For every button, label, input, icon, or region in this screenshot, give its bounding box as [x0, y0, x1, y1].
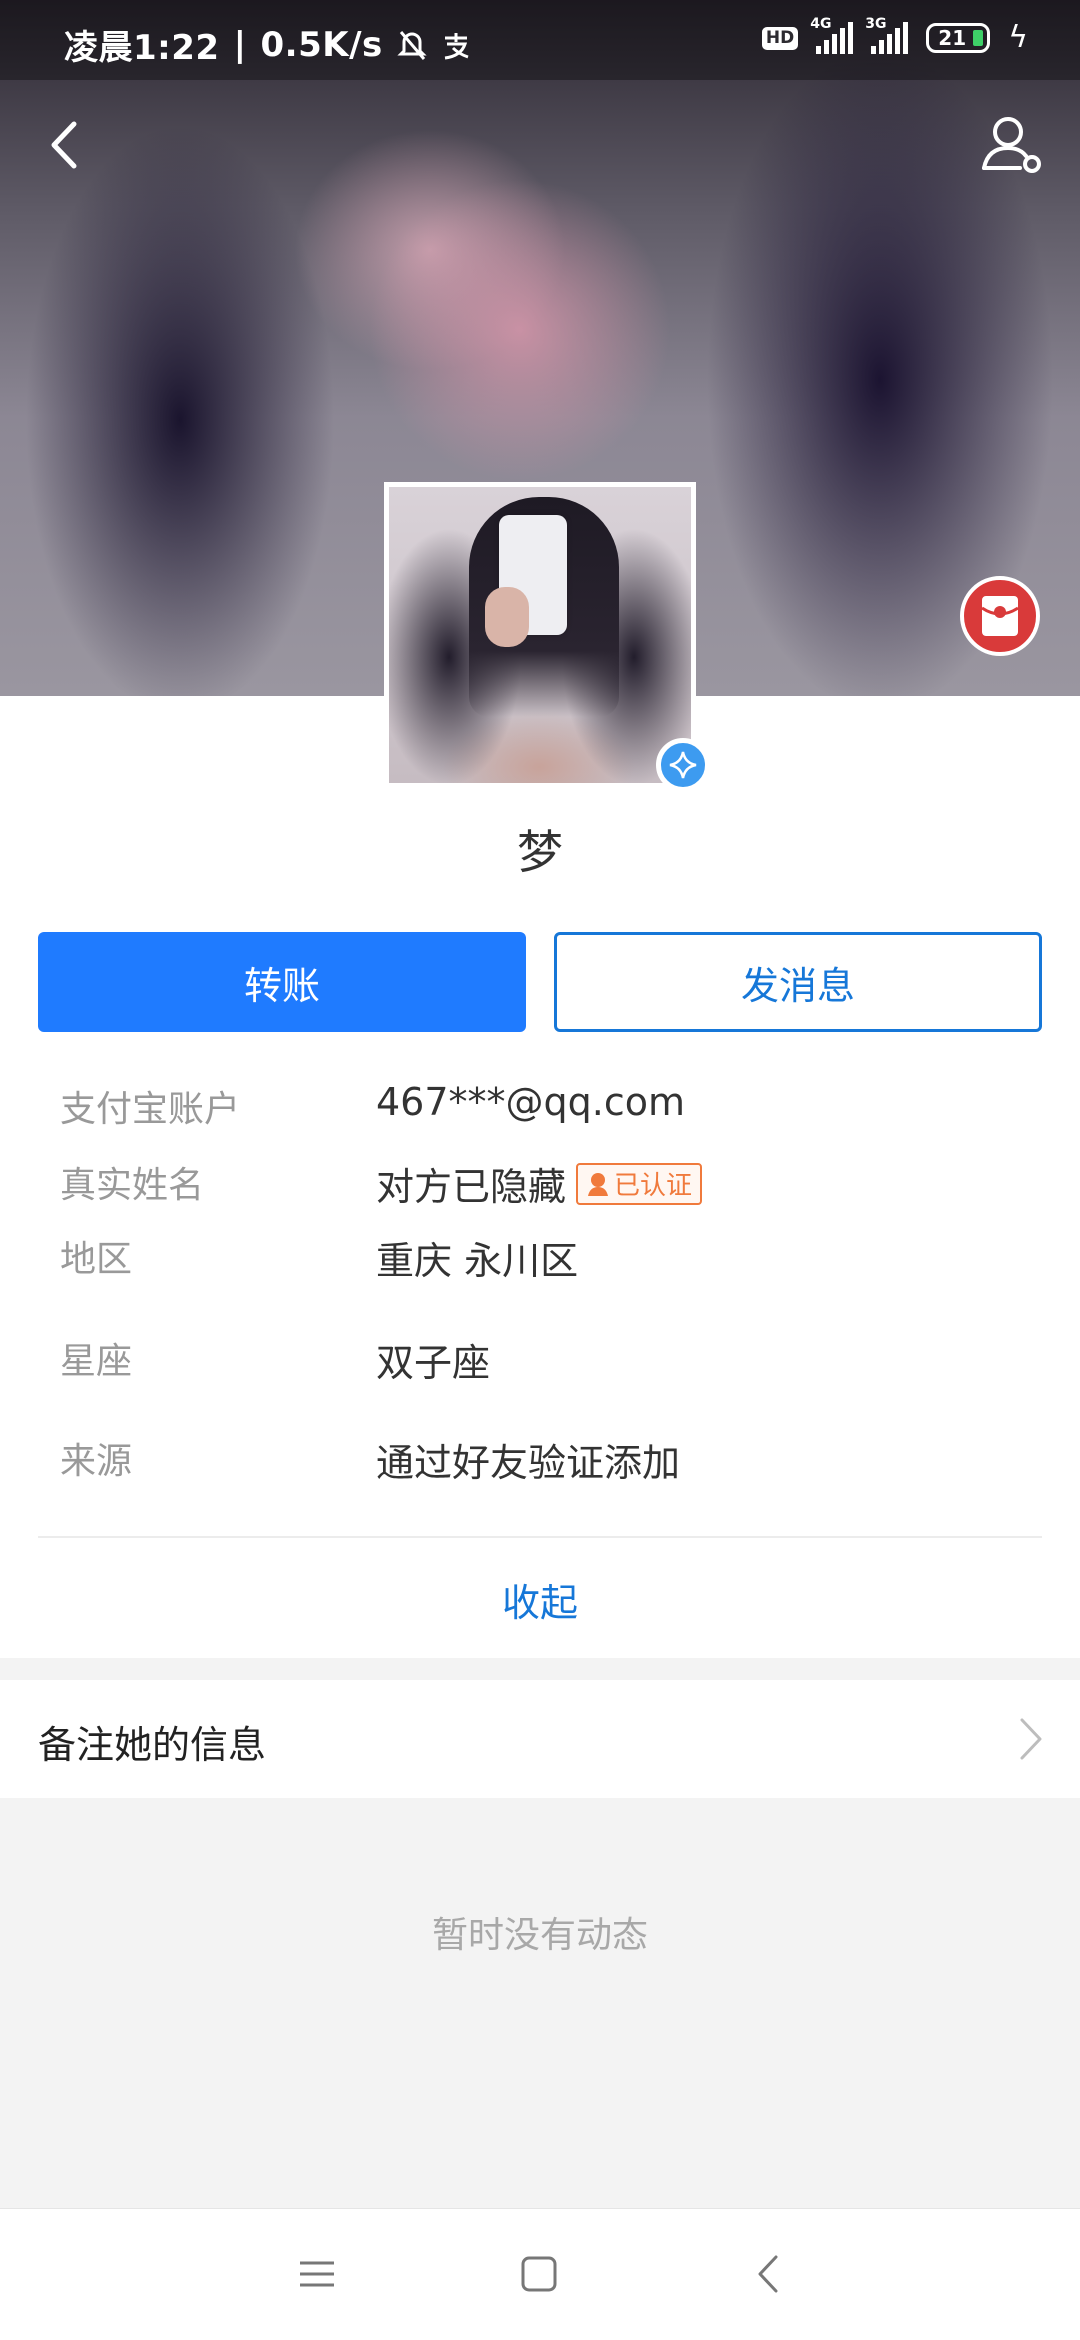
verified-badge — [656, 738, 710, 792]
nickname: 梦 — [517, 825, 563, 879]
back-button[interactable] — [40, 110, 90, 180]
transfer-button[interactable]: 转账 — [38, 932, 526, 1032]
info-row-real-name: 真实姓名 对方已隐藏 已认证 — [0, 1156, 1080, 1216]
signal-3g-icon: 3G — [865, 16, 909, 54]
certified-badge: 已认证 — [576, 1162, 703, 1205]
info-value: 467***@qq.com — [376, 1080, 686, 1124]
info-row-zodiac: 星座 双子座 — [0, 1332, 1080, 1392]
red-packet-icon — [981, 596, 1019, 636]
info-value: 双子座 — [376, 1341, 491, 1385]
info-label: 真实姓名 — [60, 1165, 205, 1206]
info-label: 支付宝账户 — [60, 1089, 241, 1130]
charging-icon: ϟ — [1008, 20, 1028, 55]
info-row-region: 地区 重庆 永川区 — [0, 1230, 1080, 1290]
info-row-source: 来源 通过好友验证添加 — [0, 1432, 1080, 1492]
divider — [38, 1536, 1042, 1538]
signal-4g-icon: 4G — [810, 16, 854, 54]
profile-card: 梦 转账 发消息 支付宝账户 467***@qq.com 真实姓名 对方已隐藏 … — [0, 696, 1080, 1658]
send-message-button[interactable]: 发消息 — [554, 932, 1042, 1032]
remark-label: 备注她的信息 — [38, 1723, 267, 1767]
battery-icon: 21 — [926, 23, 991, 53]
info-value: 对方已隐藏 — [376, 1165, 567, 1209]
collapse-link[interactable]: 收起 — [0, 1572, 1080, 1627]
user-settings-icon — [982, 117, 1041, 173]
info-label: 来源 — [60, 1441, 133, 1482]
menu-icon[interactable] — [292, 2249, 342, 2299]
remark-info-row[interactable]: 备注她的信息 — [0, 1680, 1080, 1798]
info-value: 重庆 永川区 — [376, 1239, 579, 1283]
red-packet-button[interactable] — [960, 576, 1040, 656]
mute-bell-icon — [397, 30, 427, 60]
system-nav-bar — [0, 2208, 1080, 2340]
home-icon[interactable] — [514, 2249, 564, 2299]
info-value: 通过好友验证添加 — [376, 1441, 681, 1485]
info-label: 星座 — [60, 1341, 133, 1382]
nav-back-icon[interactable] — [744, 2249, 794, 2299]
status-bar: 凌晨1:22 | 0.5K/s HD 4G 3G 21 ϟ — [64, 16, 1028, 68]
status-speed: 0.5K/s — [260, 24, 383, 65]
info-row-account: 支付宝账户 467***@qq.com — [0, 1080, 1080, 1140]
info-label: 地区 — [60, 1239, 133, 1280]
hd-badge: HD — [761, 26, 799, 50]
chevron-right-icon — [1020, 1718, 1042, 1760]
battery-level: 21 — [938, 26, 967, 50]
user-settings-button[interactable] — [980, 112, 1044, 176]
status-time: 凌晨1:22 — [64, 28, 220, 68]
certified-label: 已认证 — [614, 1171, 693, 1201]
verified-star-icon — [669, 751, 697, 779]
empty-feed-text: 暂时没有动态 — [431, 1915, 648, 1956]
alipay-icon — [444, 32, 469, 59]
back-chevron-icon — [51, 121, 77, 169]
avatar[interactable] — [384, 482, 696, 788]
person-certified-icon — [588, 1172, 609, 1196]
